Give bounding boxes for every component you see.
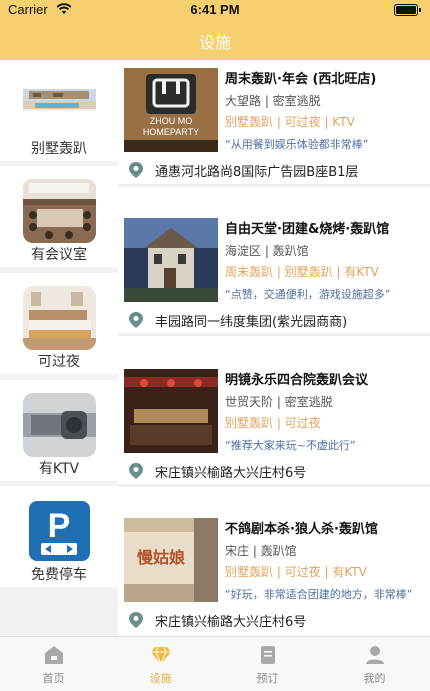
venue-address: 丰园路同一纬度集团(紫光园商商) [155,315,348,330]
venue-address-row[interactable]: 通惠河北路尚8国际广告园B座B1层 [118,160,430,184]
venue-meta: 世贸天阶 | 密室逃脱 [225,395,333,409]
battery-icon [394,4,421,16]
nav-header: Carrier 6:41 PM 设施 [0,0,430,60]
tab-label: 我的 [363,672,386,685]
user-icon [366,646,384,664]
divider [118,333,430,336]
meeting-room-image [23,179,96,243]
sidebar-item-villa[interactable]: 别墅轰趴 [0,60,118,161]
microphone-image [23,393,96,457]
tab-label: 预订 [256,672,279,685]
sidebar-item-label: 有KTV [38,461,80,477]
location-pin-icon [129,312,143,328]
status-bar: Carrier 6:41 PM [0,0,430,20]
venue-quote: “推荐大家来玩~不虚此行” [225,439,356,452]
venue-tags: 别墅轰趴 | 可过夜 | 有KTV [225,565,367,579]
venue-address: 宋庄镇兴榆路大兴庄村6号 [155,466,307,481]
tab-booking[interactable]: 预订 [214,637,321,691]
divider [118,184,430,187]
venue-title: 自由天堂·团建&烧烤·轰趴馆 [225,222,390,237]
sidebar-item-overnight[interactable]: 可过夜 [0,273,118,374]
photo-sign-line: 慢姑娘 [136,548,185,567]
villa-pool-image [23,73,96,137]
venue-list: ZHOU MO HOMEPARTY 周末轰趴·年会 (西北旺店) 大望路 | 密… [118,60,430,636]
tab-label: 首页 [42,672,65,685]
venue-tags: 别墅轰趴 | 可过夜 | KTV [225,115,355,129]
venue-meta: 大望路 | 密室逃脱 [225,94,321,108]
tab-bar: 首页 设施 预订 我的 [0,636,430,691]
venue-card[interactable]: 慢姑娘 不鸽剧本杀·狼人杀·轰趴馆 宋庄 | 轰趴馆 别墅轰趴 | 可过夜 | … [118,510,430,630]
venue-address-row[interactable]: 宋庄镇兴榆路大兴庄村6号 [118,610,430,634]
tab-facilities[interactable]: 设施 [107,637,214,691]
venue-photo: 慢姑娘 [124,518,218,602]
venue-quote: “点赞，交通便利，游戏设施超多” [225,288,391,301]
venue-quote: “好玩，非常适合团建的地方，非常棒” [225,588,413,601]
sidebar-item-ktv[interactable]: 有KTV [0,380,118,481]
venue-tags: 别墅轰趴 | 可过夜 [225,416,321,430]
venue-title: 不鸽剧本杀·狼人杀·轰趴馆 [225,522,378,537]
divider [118,484,430,487]
venue-meta: 海淀区 | 轰趴馆 [225,244,309,258]
parking-sign-image: P [23,499,96,563]
tab-home[interactable]: 首页 [0,637,107,691]
venue-address-row[interactable]: 丰园路同一纬度集团(紫光园商商) [118,310,430,334]
diamond-icon [151,646,171,665]
venue-card[interactable]: 自由天堂·团建&烧烤·轰趴馆 海淀区 | 轰趴馆 周末轰趴 | 别墅轰趴 | 有… [118,210,430,330]
venue-address-row[interactable]: 宋庄镇兴榆路大兴庄村6号 [118,461,430,485]
venue-title: 明镜永乐四合院轰趴会议 [225,373,369,388]
sidebar-item-label: 免费停车 [31,567,87,583]
home-icon [45,646,63,664]
svg-text:P: P [48,507,71,545]
tab-label: 设施 [149,672,172,685]
sidebar-item-label: 有会议室 [31,247,87,263]
sidebar-item-meeting[interactable]: 有会议室 [0,166,118,267]
location-pin-icon [129,612,143,628]
location-pin-icon [129,162,143,178]
booking-icon [261,646,275,664]
venue-address: 通惠河北路尚8国际广告园B座B1层 [155,165,359,180]
sidebar-item-label: 可过夜 [38,354,80,370]
photo-sign-line: HOMEPARTY [142,127,200,137]
category-sidebar: 别墅轰趴 有会议室 可过夜 有KTV P 免费停车 [0,60,118,636]
photo-sign-line: ZHOU MO [149,116,193,126]
venue-quote: “从用餐到娱乐体验都非常棒” [225,138,369,151]
sidebar-item-parking[interactable]: P 免费停车 [0,486,118,587]
bedroom-image [23,286,96,350]
venue-address: 宋庄镇兴榆路大兴庄村6号 [155,615,307,630]
sidebar-item-label: 别墅轰趴 [31,141,87,157]
venue-title: 周末轰趴·年会 (西北旺店) [225,72,377,87]
venue-photo: ZHOU MO HOMEPARTY [124,68,218,152]
venue-meta: 宋庄 | 轰趴馆 [225,544,297,558]
venue-photo [124,369,218,453]
venue-card[interactable]: ZHOU MO HOMEPARTY 周末轰趴·年会 (西北旺店) 大望路 | 密… [118,60,430,180]
status-time: 6:41 PM [190,2,240,17]
location-pin-icon [129,463,143,479]
venue-tags: 周末轰趴 | 别墅轰趴 | 有KTV [225,265,379,279]
venue-photo [124,218,218,302]
venue-card[interactable]: 明镜永乐四合院轰趴会议 世贸天阶 | 密室逃脱 别墅轰趴 | 可过夜 “推荐大家… [118,361,430,481]
page-title: 设施 [198,33,231,52]
tab-profile[interactable]: 我的 [321,637,428,691]
